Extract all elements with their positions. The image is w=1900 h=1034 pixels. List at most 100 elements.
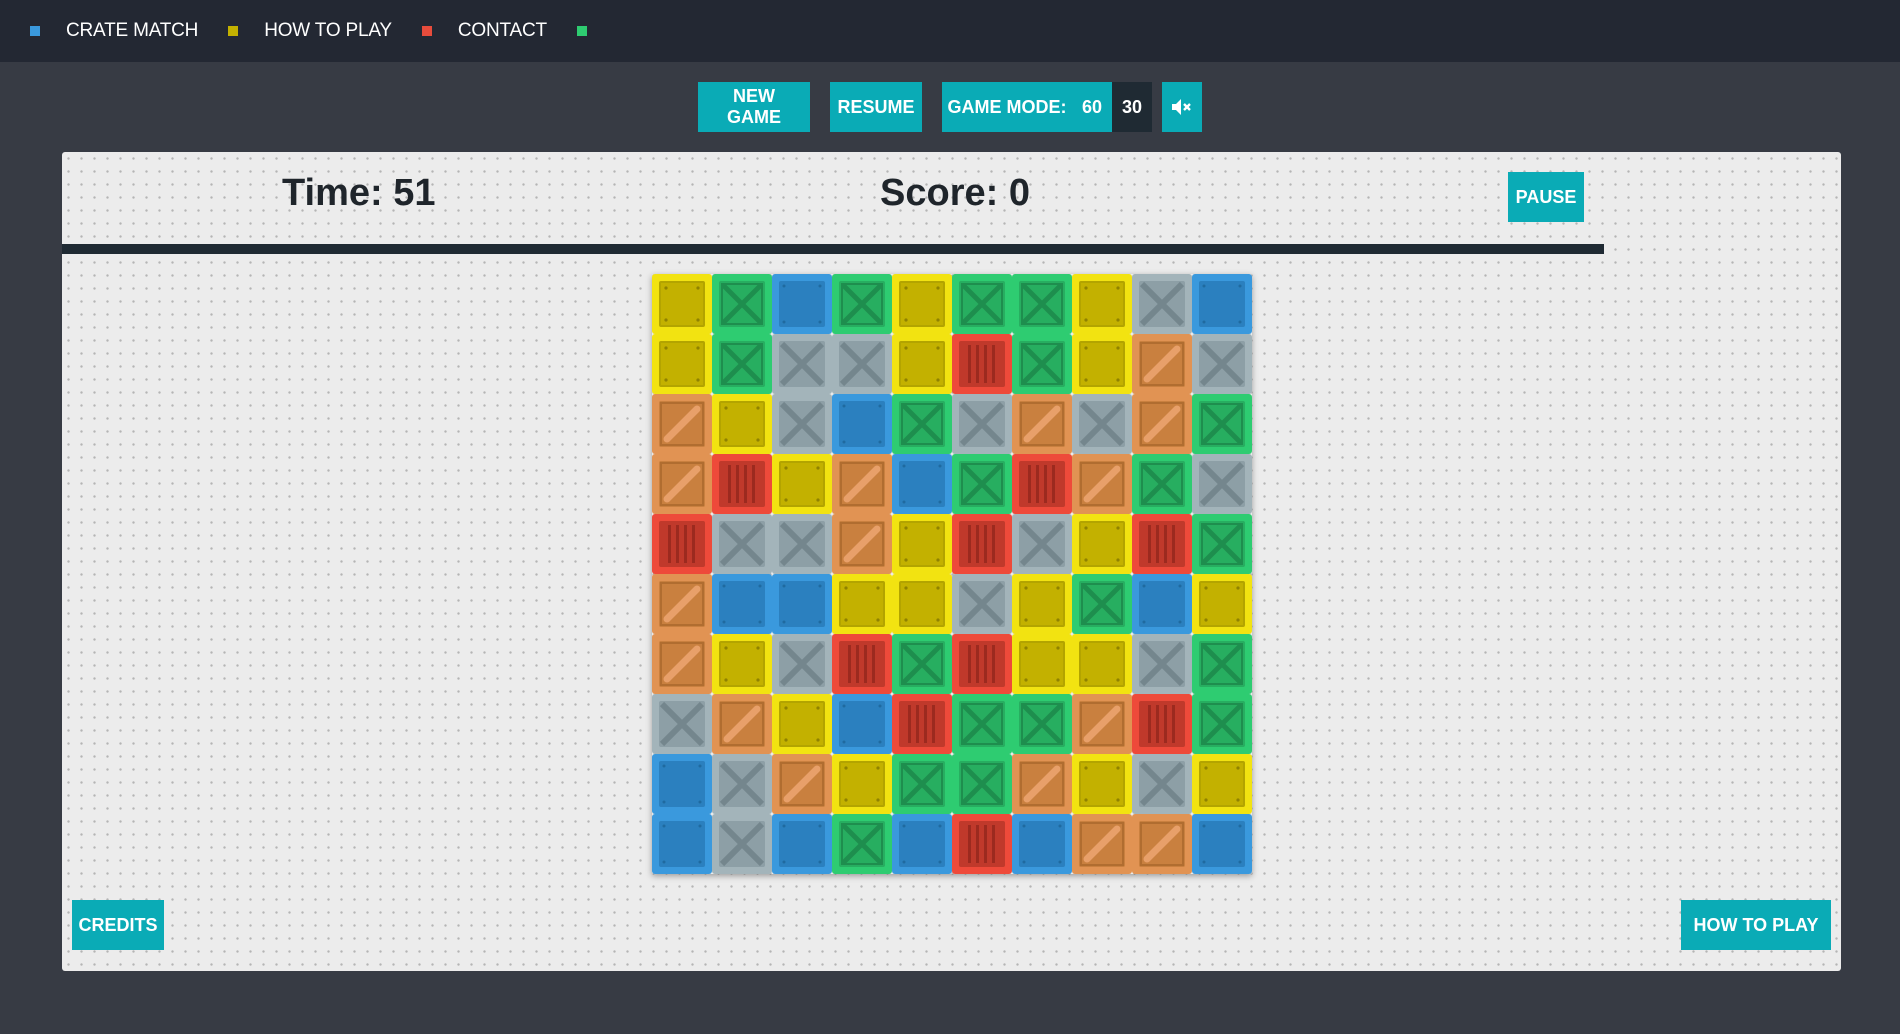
crate-green[interactable] [892,754,952,814]
crate-orange[interactable] [652,574,712,634]
crate-yellow[interactable] [712,634,772,694]
crate-red[interactable] [1012,454,1072,514]
crate-gray[interactable] [1192,454,1252,514]
nav-item-contact[interactable]: CONTACT [421,20,547,42]
crate-gray[interactable] [652,694,712,754]
crate-green[interactable] [1192,394,1252,454]
crate-gray[interactable] [772,394,832,454]
crate-blue[interactable] [832,394,892,454]
crate-blue[interactable] [892,454,952,514]
crate-blue[interactable] [652,754,712,814]
crate-orange[interactable] [772,754,832,814]
crate-green[interactable] [892,634,952,694]
crate-orange[interactable] [652,454,712,514]
crate-orange[interactable] [1132,334,1192,394]
crate-red[interactable] [952,814,1012,874]
crate-gray[interactable] [772,514,832,574]
crate-yellow[interactable] [1192,754,1252,814]
crate-green[interactable] [1072,574,1132,634]
crate-green[interactable] [832,274,892,334]
crate-yellow[interactable] [1072,334,1132,394]
crate-red[interactable] [652,514,712,574]
crate-yellow[interactable] [652,274,712,334]
crate-green[interactable] [952,694,1012,754]
crate-blue[interactable] [772,574,832,634]
crate-red[interactable] [1132,694,1192,754]
crate-gray[interactable] [1072,394,1132,454]
pause-button[interactable]: PAUSE [1508,172,1584,222]
crate-green[interactable] [712,334,772,394]
nav-item-crate-match[interactable]: CRATE MATCH [30,20,198,42]
crate-green[interactable] [1012,334,1072,394]
crate-green[interactable] [1192,634,1252,694]
crate-yellow[interactable] [1012,574,1072,634]
nav-label-contact[interactable]: CONTACT [458,20,547,42]
crate-yellow[interactable] [1012,634,1072,694]
nav-label-crate-match[interactable]: CRATE MATCH [66,20,198,42]
crate-green[interactable] [832,814,892,874]
crate-yellow[interactable] [892,334,952,394]
new-game-button[interactable]: NEW GAME [698,82,810,132]
crate-orange[interactable] [652,394,712,454]
crate-blue[interactable] [712,574,772,634]
crate-orange[interactable] [652,634,712,694]
how-to-play-button[interactable]: HOW TO PLAY [1681,900,1831,950]
crate-green[interactable] [1192,514,1252,574]
nav-item-how-to-play[interactable]: HOW TO PLAY [228,20,392,42]
nav-label-how-to-play[interactable]: HOW TO PLAY [264,20,392,42]
crate-blue[interactable] [1192,274,1252,334]
crate-gray[interactable] [712,754,772,814]
crate-blue[interactable] [772,814,832,874]
crate-blue[interactable] [892,814,952,874]
crate-blue[interactable] [1012,814,1072,874]
crate-yellow[interactable] [1192,574,1252,634]
crate-yellow[interactable] [1072,634,1132,694]
crate-red[interactable] [712,454,772,514]
crate-yellow[interactable] [652,334,712,394]
crate-green[interactable] [952,454,1012,514]
game-mode-60-button[interactable]: 60 [1072,82,1112,132]
crate-gray[interactable] [952,574,1012,634]
crate-orange[interactable] [712,694,772,754]
crate-green[interactable] [1012,274,1072,334]
crate-yellow[interactable] [892,514,952,574]
crate-gray[interactable] [1132,274,1192,334]
crate-yellow[interactable] [1072,754,1132,814]
crate-red[interactable] [1132,514,1192,574]
crate-yellow[interactable] [712,394,772,454]
crate-blue[interactable] [832,694,892,754]
crate-blue[interactable] [1132,574,1192,634]
game-mode-30-button[interactable]: 30 [1112,82,1152,132]
crate-green[interactable] [952,754,1012,814]
crate-yellow[interactable] [772,454,832,514]
resume-button[interactable]: RESUME [830,82,922,132]
crate-yellow[interactable] [1072,274,1132,334]
crate-yellow[interactable] [1072,514,1132,574]
crate-yellow[interactable] [772,694,832,754]
crate-gray[interactable] [712,514,772,574]
crate-green[interactable] [712,274,772,334]
crate-blue[interactable] [1192,814,1252,874]
crate-gray[interactable] [832,334,892,394]
crate-orange[interactable] [1072,454,1132,514]
crate-red[interactable] [952,634,1012,694]
crate-green[interactable] [1012,694,1072,754]
crate-yellow[interactable] [892,574,952,634]
crate-green[interactable] [952,274,1012,334]
crate-orange[interactable] [1012,394,1072,454]
crate-gray[interactable] [772,634,832,694]
crate-gray[interactable] [1192,334,1252,394]
crate-gray[interactable] [1012,514,1072,574]
crate-orange[interactable] [1132,394,1192,454]
crate-gray[interactable] [772,334,832,394]
crate-yellow[interactable] [832,754,892,814]
crate-orange[interactable] [832,454,892,514]
crate-yellow[interactable] [892,274,952,334]
crate-green[interactable] [892,394,952,454]
crate-gray[interactable] [1132,634,1192,694]
crate-red[interactable] [952,334,1012,394]
crate-orange[interactable] [1072,814,1132,874]
crate-red[interactable] [952,514,1012,574]
crate-gray[interactable] [1132,754,1192,814]
crate-orange[interactable] [832,514,892,574]
